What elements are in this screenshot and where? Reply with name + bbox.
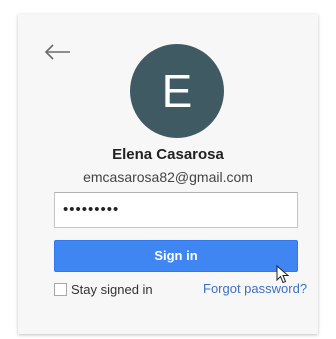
stay-signed-in-checkbox[interactable] <box>54 282 67 296</box>
mouse-pointer-icon <box>276 264 290 285</box>
stay-signed-in-label[interactable]: Stay signed in <box>71 282 153 297</box>
password-field[interactable]: ••••••••• <box>54 192 298 228</box>
avatar: E <box>130 44 224 138</box>
account-name: Elena Casarosa <box>112 146 224 163</box>
signin-button[interactable]: Sign in <box>54 240 298 272</box>
stay-signed-in-row[interactable]: Stay signed in <box>54 281 153 297</box>
account-email: emcasarosa82@gmail.com <box>83 169 253 185</box>
back-arrow-icon[interactable] <box>38 32 78 72</box>
password-value: ••••••••• <box>63 201 120 218</box>
